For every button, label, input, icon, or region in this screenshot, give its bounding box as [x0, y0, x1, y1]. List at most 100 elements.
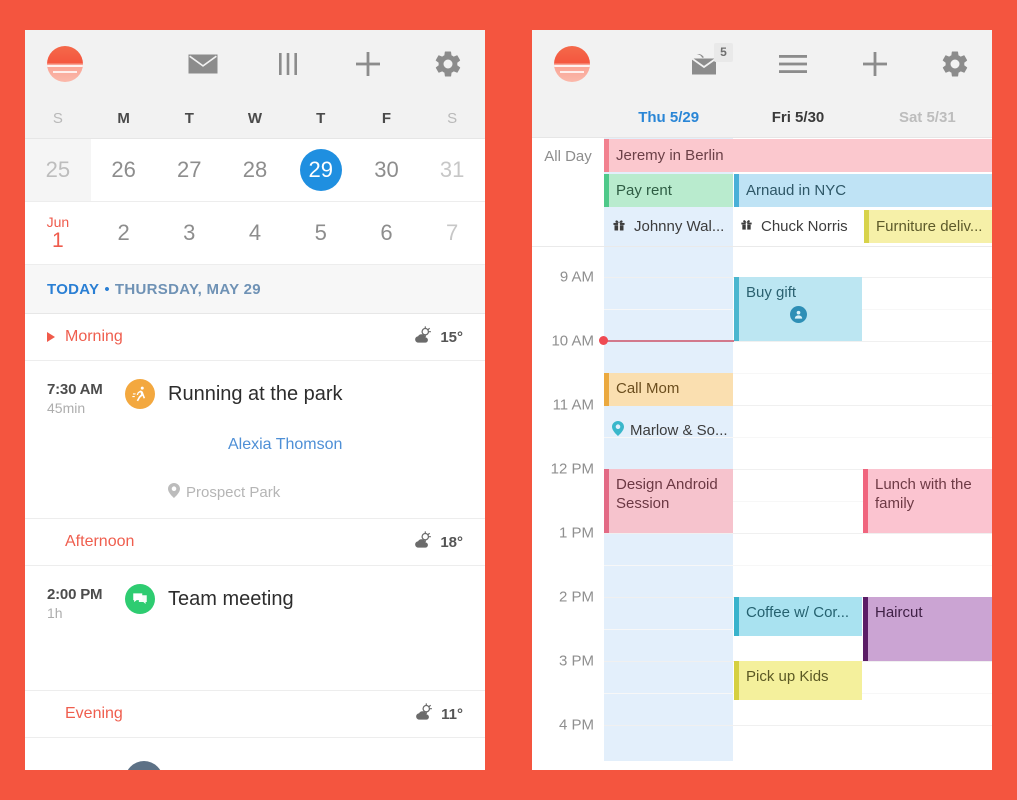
weekday-label: S	[447, 109, 458, 127]
event-color-bar	[863, 469, 868, 533]
current-time-indicator-dot	[599, 336, 608, 345]
timed-event-pick-up-kids[interactable]: Pick up Kids	[734, 661, 862, 700]
date-number: 30	[374, 157, 399, 182]
hamburger-icon[interactable]	[778, 53, 808, 75]
weekday-label: T	[184, 109, 194, 127]
avatar[interactable]	[228, 626, 276, 674]
avatar[interactable]	[177, 756, 225, 770]
gear-icon[interactable]	[433, 49, 463, 79]
location-name: Prospect Park	[186, 484, 281, 501]
date-cell-jun-7[interactable]: 7	[419, 202, 485, 264]
section-title: Afternoon	[65, 533, 135, 550]
all-day-event[interactable]: Jeremy in Berlin	[604, 139, 992, 172]
plus-icon[interactable]	[860, 49, 890, 79]
time-grid[interactable]: Buy gift Call Mom Marlow & So... Design …	[532, 247, 992, 761]
all-day-event-birthday[interactable]: Johnny Wal...	[610, 210, 734, 243]
hour-label: 4 PM	[558, 716, 594, 734]
sunrise-logo[interactable]	[47, 46, 83, 82]
section-title: Evening	[65, 705, 123, 722]
all-day-event[interactable]: Pay rent	[604, 174, 733, 207]
weekday-label: T	[316, 109, 326, 127]
columns-icon[interactable]	[275, 51, 301, 77]
day-header-sat[interactable]: Sat 5/31	[863, 109, 992, 126]
agenda-event-team-meeting[interactable]: 2:00 PM 1h Team meeting	[25, 566, 485, 691]
day-header-thu[interactable]: Thu 5/29	[604, 109, 733, 126]
plus-icon[interactable]	[353, 49, 383, 79]
timed-event-coffee[interactable]: Coffee w/ Cor...	[734, 597, 862, 636]
mail-icon[interactable]	[187, 52, 219, 76]
selected-date-pill: 29	[299, 149, 342, 191]
weekday-label: F	[381, 109, 392, 127]
avatar[interactable]	[746, 306, 763, 323]
date-cell-jun-3[interactable]: 3	[156, 202, 222, 264]
date-cell-26[interactable]: 26	[91, 139, 157, 201]
section-title: Morning	[65, 328, 123, 345]
date-cell-jun-6[interactable]: 6	[354, 202, 420, 264]
date-number: 27	[177, 157, 202, 182]
event-color-bar	[864, 210, 869, 243]
timed-event-haircut[interactable]: Haircut	[863, 597, 992, 661]
month-label: Jun	[46, 213, 70, 230]
date-cell-31[interactable]: 31	[419, 139, 485, 201]
timed-event-design-android-session[interactable]: Design Android Session	[604, 469, 733, 533]
location-pin-icon	[612, 420, 624, 440]
event-title: Coffee w/ Cor...	[746, 604, 850, 621]
date-cell-29-selected[interactable]: 29	[288, 139, 354, 201]
all-day-event[interactable]: Furniture deliv...	[864, 210, 992, 243]
event-title: Design Android Session	[616, 476, 718, 512]
date-number: 25	[45, 157, 71, 182]
date-number: 28	[242, 157, 268, 182]
person-icon[interactable]	[790, 306, 807, 323]
timed-event-marlow[interactable]: Marlow & So...	[612, 419, 734, 441]
event-title: Team meeting	[168, 587, 294, 610]
avatar[interactable]	[348, 626, 396, 674]
event-headline: Running at the park	[125, 379, 463, 409]
date-cell-jun-4[interactable]: 4	[222, 202, 288, 264]
event-title: Lunch with the family	[875, 476, 972, 512]
timed-event-lunch-with-family[interactable]: Lunch with the family	[863, 469, 992, 533]
hour-label: 11 AM	[552, 396, 594, 414]
location-pin-icon	[168, 483, 180, 502]
gear-icon[interactable]	[940, 49, 970, 79]
sunrise-logo[interactable]	[554, 46, 590, 82]
all-day-event-birthday[interactable]: Chuck Norris	[738, 210, 864, 243]
chat-bubble-icon	[125, 584, 155, 614]
current-time-indicator-line	[604, 340, 734, 342]
avatar[interactable]	[768, 306, 785, 323]
date-cell-jun-2[interactable]: 2	[91, 202, 157, 264]
mail-icon[interactable]: 5	[690, 42, 733, 77]
event-color-bar	[734, 661, 739, 700]
timed-event-buy-gift[interactable]: Buy gift	[734, 277, 862, 341]
section-header-afternoon[interactable]: Afternoon 18°	[25, 519, 485, 566]
avatar[interactable]	[168, 421, 216, 469]
date-cell-jun-5[interactable]: 5	[288, 202, 354, 264]
avatar[interactable]	[239, 756, 287, 770]
section-header-evening[interactable]: Evening 11°	[25, 691, 485, 738]
hour-label: 12 PM	[550, 460, 594, 478]
avatar[interactable]	[168, 626, 216, 674]
event-body: Running at the park Alexia Thomson Prosp…	[125, 379, 463, 502]
section-header-morning[interactable]: Morning 15°	[25, 314, 485, 361]
event-color-bar	[604, 469, 609, 533]
date-cell-25[interactable]: 25	[25, 139, 91, 201]
event-duration: 1h	[47, 605, 63, 621]
all-day-event[interactable]: Arnaud in NYC	[734, 174, 992, 207]
agenda-event-evening-birthdays[interactable]	[25, 738, 485, 770]
temperature: 18°	[440, 533, 463, 551]
timed-event-call-mom[interactable]: Call Mom	[604, 373, 733, 406]
date-cell-28[interactable]: 28	[222, 139, 288, 201]
date-cell-30[interactable]: 30	[354, 139, 420, 201]
date-cell-27[interactable]: 27	[156, 139, 222, 201]
right-toolbar: 5	[532, 30, 992, 98]
date-cell-jun-1[interactable]: Jun 1	[25, 202, 91, 264]
today-label: TODAY	[47, 280, 100, 298]
event-color-bar	[604, 139, 609, 172]
weekday-label: M	[117, 109, 130, 127]
hour-label: 10 AM	[551, 332, 594, 350]
attendee-name[interactable]: Alexia Thomson	[228, 436, 342, 454]
avatar[interactable]	[288, 626, 336, 674]
day-header-fri[interactable]: Fri 5/30	[733, 109, 862, 126]
screenshot-stage: S M T W T F S 25 26 27 28 29 30 31 Jun 1…	[0, 0, 1017, 800]
temperature: 11°	[441, 705, 463, 723]
agenda-event-running[interactable]: 7:30 AM 45min Running at the park Alexia…	[25, 361, 485, 519]
